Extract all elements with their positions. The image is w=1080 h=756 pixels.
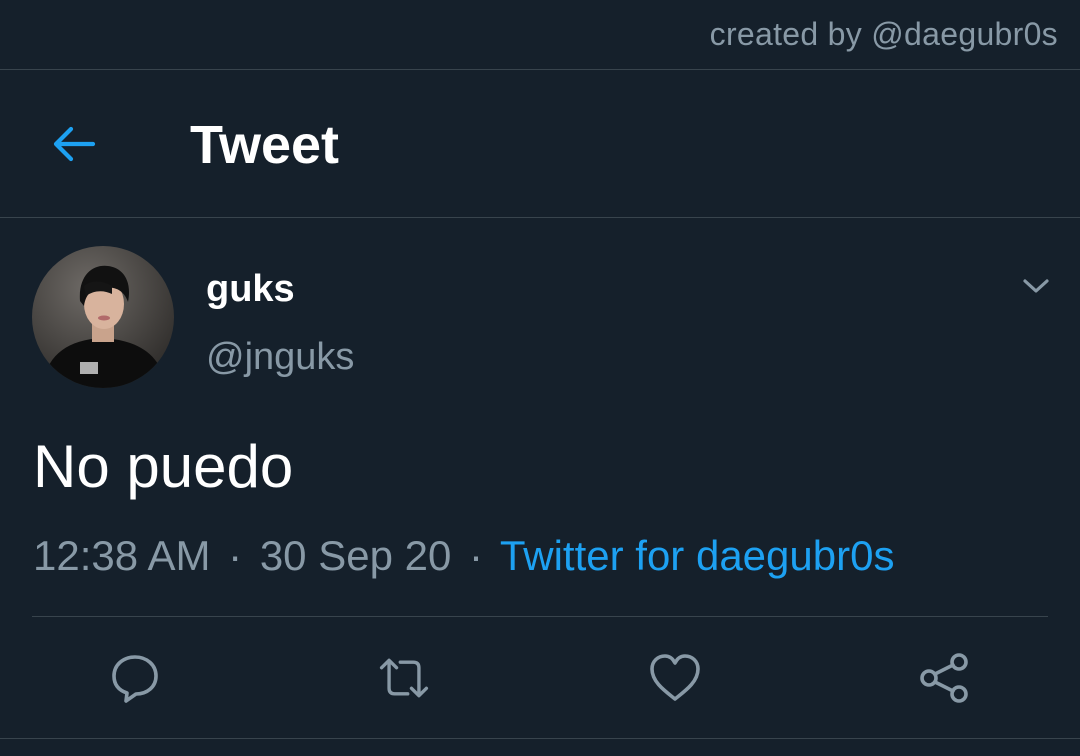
chevron-down-icon xyxy=(1023,279,1049,293)
heart-icon xyxy=(650,654,700,701)
tweet-meta: 12:38 AM · 30 Sep 20 · Twitter for daegu… xyxy=(33,532,894,580)
more-options-button[interactable] xyxy=(1014,266,1058,306)
meta-separator: · xyxy=(469,532,483,579)
like-button[interactable] xyxy=(647,650,703,706)
divider xyxy=(0,738,1080,739)
reply-button[interactable] xyxy=(107,650,163,706)
retweet-icon xyxy=(379,658,429,698)
tweet-text: No puedo xyxy=(33,433,294,500)
tweet-detail-screen: created by @daegubr0s Tweet guks @jnguks… xyxy=(0,0,1080,756)
credit-bar: created by @daegubr0s xyxy=(0,0,1080,70)
reply-icon xyxy=(112,655,158,703)
avatar[interactable] xyxy=(32,246,174,388)
profile-photo xyxy=(32,246,174,388)
tweet-source-link[interactable]: Twitter for daegubr0s xyxy=(500,532,895,579)
retweet-button[interactable] xyxy=(376,650,432,706)
meta-separator: · xyxy=(228,532,243,579)
back-button[interactable] xyxy=(40,110,108,178)
tweet-date: 30 Sep 20 xyxy=(259,532,452,579)
share-button[interactable] xyxy=(917,650,973,706)
arrow-left-icon xyxy=(53,126,96,162)
divider xyxy=(32,616,1048,617)
tweet-time: 12:38 AM xyxy=(33,532,211,579)
top-app-bar: Tweet xyxy=(0,70,1080,218)
creator-credit: created by @daegubr0s xyxy=(709,16,1058,52)
share-icon xyxy=(920,653,968,703)
author-handle[interactable]: @jnguks xyxy=(206,336,354,379)
page-title: Tweet xyxy=(190,115,340,175)
author-display-name[interactable]: guks xyxy=(206,268,295,311)
